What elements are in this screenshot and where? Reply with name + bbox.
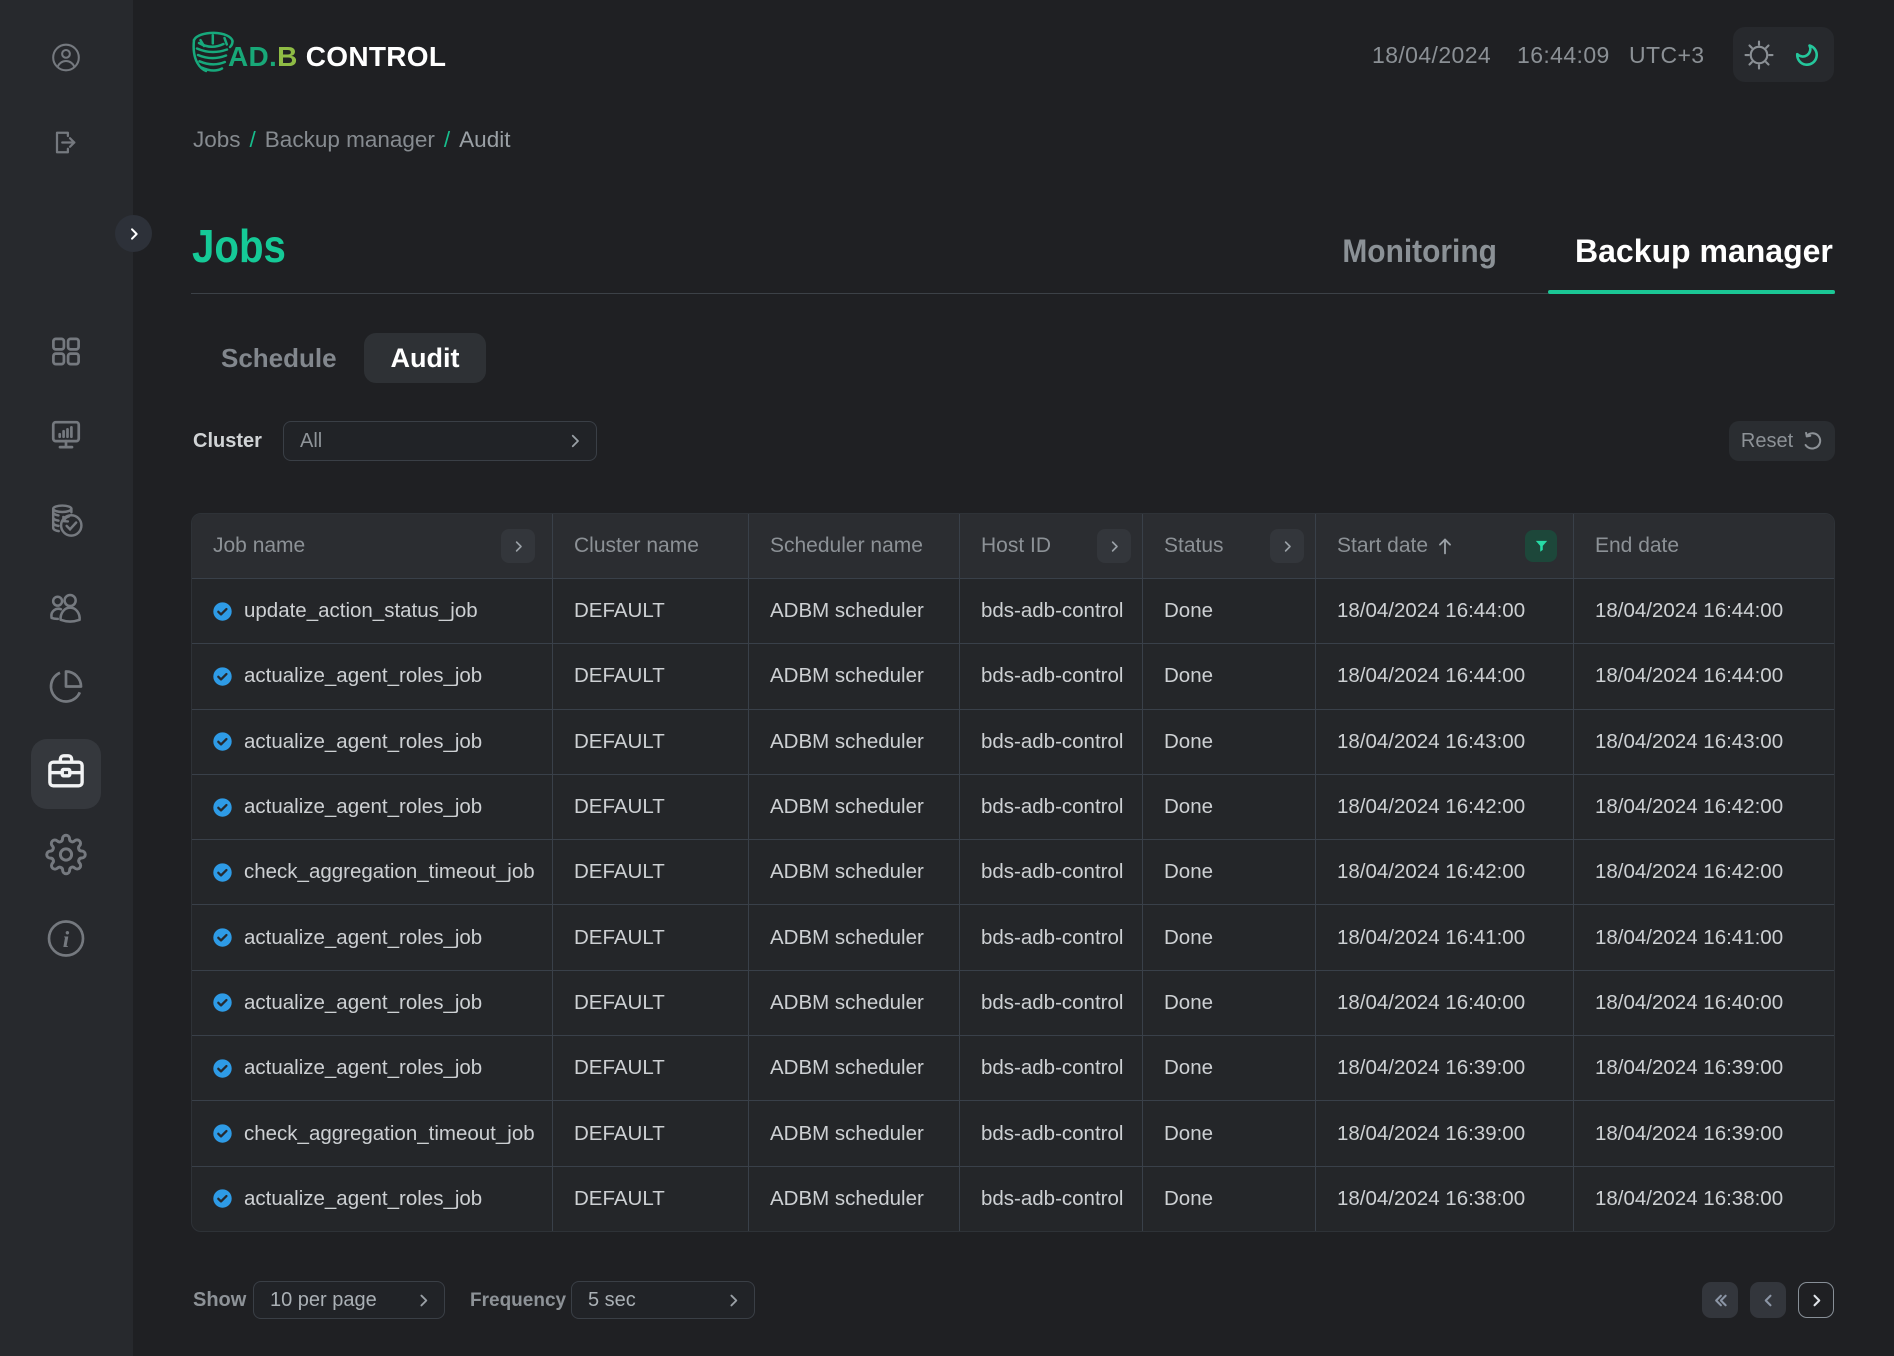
svg-text:i: i bbox=[63, 927, 70, 953]
